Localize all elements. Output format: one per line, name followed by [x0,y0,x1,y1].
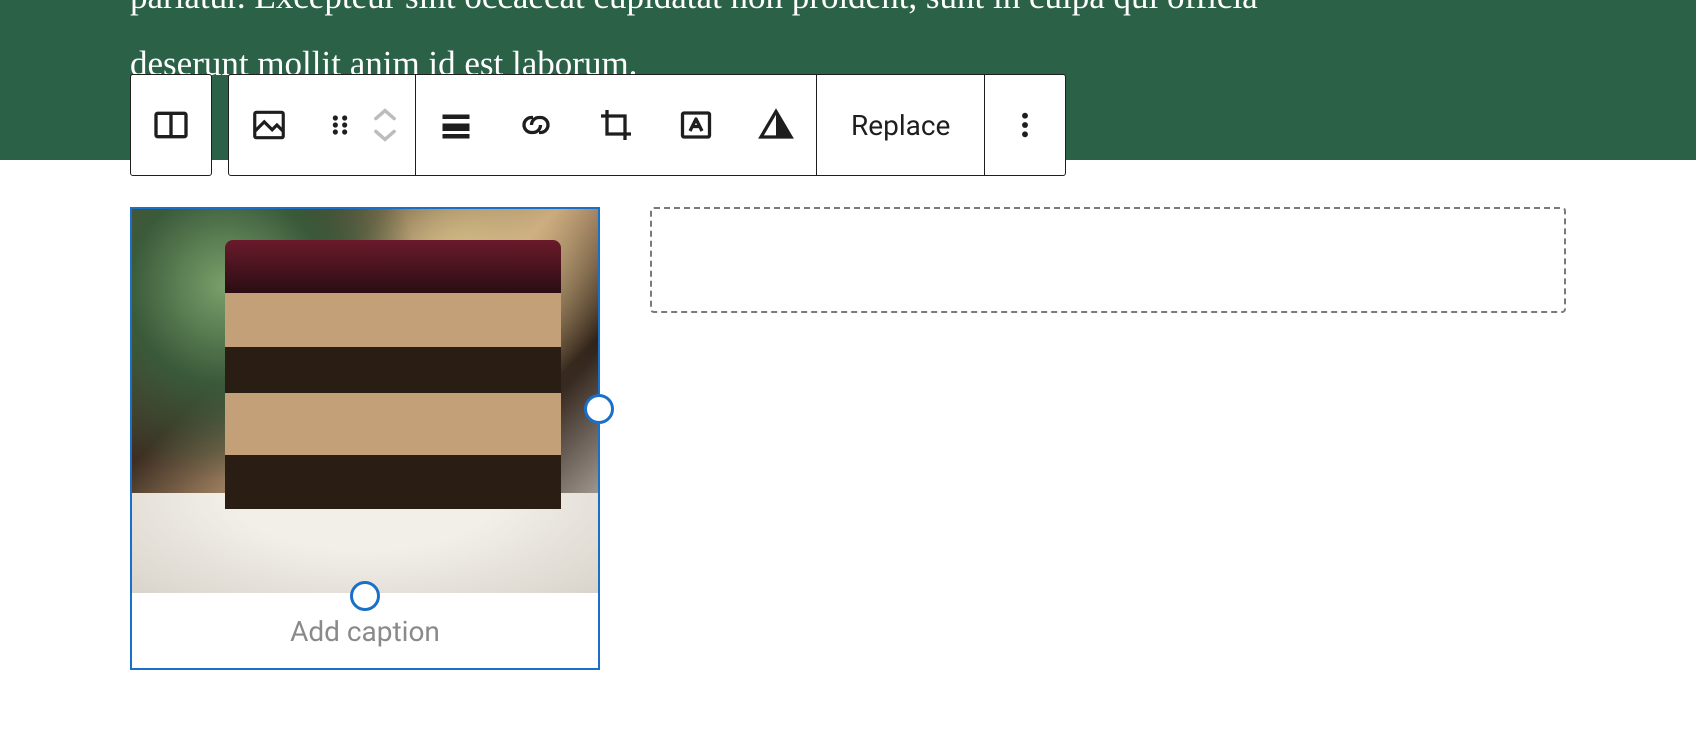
resize-handle-right[interactable] [584,394,614,424]
image-icon [250,106,288,144]
replace-button[interactable]: Replace [817,75,984,175]
duotone-button[interactable] [736,75,816,175]
replace-label: Replace [851,109,950,142]
duotone-icon [758,107,794,143]
more-options-icon [1009,109,1041,141]
columns-block: Add caption [130,207,1566,670]
drag-handle-button[interactable] [309,75,371,175]
image-block-selected[interactable]: Add caption [130,207,600,670]
drag-handle-icon [326,111,354,139]
block-toolbar: Replace [130,74,1066,176]
text-overlay-button[interactable] [656,75,736,175]
align-button[interactable] [416,75,496,175]
toolbar-group-more [985,74,1066,176]
toolbar-group-block-type [130,74,212,176]
text-on-image-icon [678,107,714,143]
image-block-button[interactable] [229,75,309,175]
crop-icon [598,107,634,143]
toolbar-group-image-move [228,74,416,176]
link-icon [518,107,554,143]
move-down-button[interactable] [371,128,399,144]
empty-paragraph-placeholder[interactable] [650,207,1566,313]
toolbar-group-formatting [416,74,817,176]
chevron-up-icon [371,106,399,122]
more-options-button[interactable] [985,75,1065,175]
link-button[interactable] [496,75,576,175]
resize-handle-bottom[interactable] [350,581,380,611]
move-controls [371,106,415,144]
columns-icon [151,105,191,145]
image-preview[interactable] [132,209,598,593]
move-up-button[interactable] [371,106,399,122]
crop-button[interactable] [576,75,656,175]
align-icon [438,107,474,143]
toolbar-group-replace: Replace [817,74,985,176]
chevron-down-icon [371,128,399,144]
block-type-button[interactable] [131,75,211,175]
header-text-line1: pariatur. Excepteur sint occaecat cupida… [130,0,1258,16]
